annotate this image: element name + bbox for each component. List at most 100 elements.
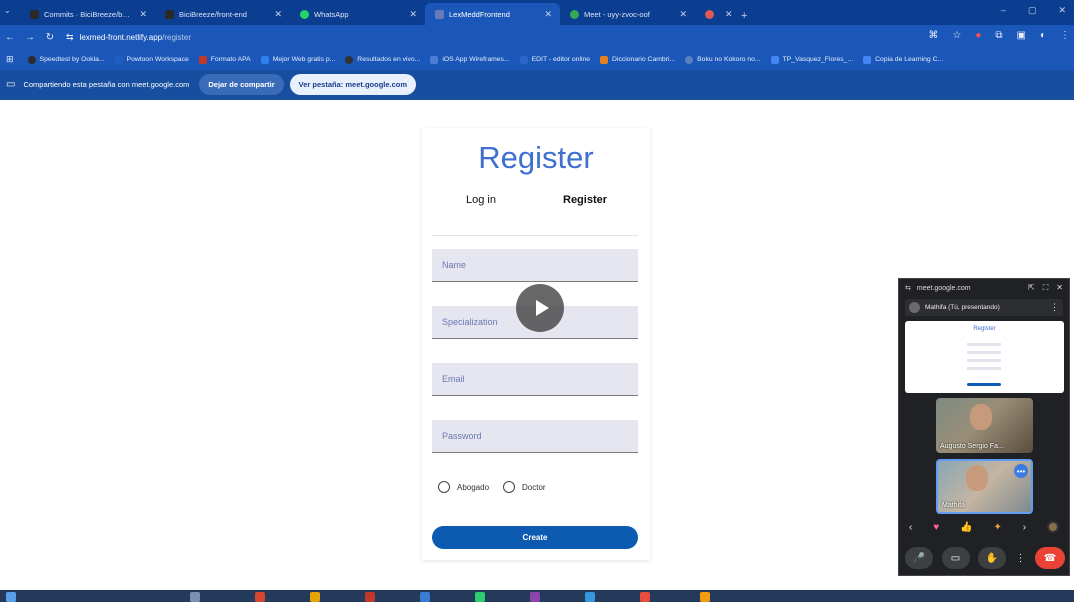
meet-pip-window: ⇆ meet.google.com ⇱ ⛶ ✕ Mathifa (Tú, pre… bbox=[898, 278, 1070, 576]
address-bar: ← → ↻ ⇆ lexmed-front.netlify.app/registe… bbox=[0, 25, 1074, 49]
chevron-left-icon[interactable]: ‹ bbox=[909, 522, 912, 533]
recording-icon bbox=[705, 9, 714, 19]
tab-login[interactable]: Log in bbox=[466, 194, 496, 206]
reactions-bar: ‹ ♥ 👍 ✦ › bbox=[909, 521, 1059, 533]
close-icon[interactable]: ✕ bbox=[679, 9, 687, 20]
browser-tab-active[interactable]: LexMeddFrontend ✕ bbox=[425, 3, 560, 25]
extensions-icon[interactable]: ⧉ bbox=[995, 30, 1002, 41]
bookmark-item[interactable]: iOS App Wireframes... bbox=[430, 55, 510, 64]
profile-icon[interactable]: ◐ bbox=[1040, 30, 1046, 41]
dictionary-icon bbox=[600, 55, 609, 64]
bookmark-item[interactable]: Powtoon Workspace bbox=[114, 55, 189, 64]
expand-icon[interactable]: ⛶ bbox=[1043, 283, 1049, 293]
tab-search-chevron-icon[interactable]: ⌄ bbox=[4, 6, 11, 15]
close-icon[interactable]: ✕ bbox=[274, 9, 282, 20]
skin-tone-selector[interactable] bbox=[1047, 521, 1059, 533]
taskbar-app-icon[interactable] bbox=[585, 592, 595, 602]
participant-name: Mathifa bbox=[942, 502, 965, 509]
taskbar-app-icon[interactable] bbox=[365, 592, 375, 602]
maximize-icon[interactable]: ▢ bbox=[1028, 5, 1037, 16]
docs-icon bbox=[863, 55, 872, 64]
tab-register[interactable]: Register bbox=[563, 194, 607, 206]
close-icon[interactable]: ✕ bbox=[409, 9, 417, 20]
taskbar-app-icon[interactable] bbox=[530, 592, 540, 602]
bookmark-item[interactable]: Boku no Kokoro no... bbox=[685, 55, 761, 64]
camera-button[interactable]: ▭ bbox=[941, 547, 970, 569]
forward-icon[interactable]: → bbox=[20, 32, 40, 43]
url-field[interactable]: lexmed-front.netlify.app/register bbox=[80, 33, 191, 42]
github-icon bbox=[165, 9, 174, 19]
pip-header: ⇆ meet.google.com ⇱ ⛶ ✕ bbox=[905, 283, 1063, 293]
stop-sharing-button[interactable]: Dejar de compartir bbox=[199, 73, 284, 95]
bookmark-item[interactable]: EDIT - editor online bbox=[519, 55, 590, 64]
password-input[interactable]: Password bbox=[432, 420, 638, 453]
more-options-button[interactable]: ⋮ bbox=[1015, 547, 1027, 569]
close-window-icon[interactable]: ✕ bbox=[1058, 5, 1066, 16]
bookmark-item[interactable]: TP_Vasquez_Flores_... bbox=[770, 55, 853, 64]
email-input[interactable]: Email bbox=[432, 363, 638, 396]
minimize-icon[interactable]: – bbox=[1001, 5, 1006, 16]
start-icon[interactable] bbox=[6, 592, 16, 602]
os-taskbar bbox=[0, 590, 1074, 602]
radio-doctor[interactable] bbox=[503, 481, 516, 493]
reload-icon[interactable]: ↻ bbox=[40, 32, 60, 43]
bookmark-item[interactable]: Mejor Web gratis p... bbox=[260, 55, 335, 64]
new-tab-button[interactable]: + bbox=[733, 10, 755, 25]
back-icon[interactable]: ← bbox=[0, 32, 20, 43]
whatsapp-icon bbox=[300, 9, 309, 19]
taskbar-app-icon[interactable] bbox=[475, 592, 485, 602]
close-icon[interactable]: ✕ bbox=[725, 9, 733, 20]
more-options-icon[interactable]: ••• bbox=[1014, 464, 1028, 478]
bookmark-star-icon[interactable]: ☆ bbox=[952, 30, 961, 41]
tab-sharing-bar: ▭ Compartiendo esta pestaña con meet.goo… bbox=[0, 70, 1074, 100]
browser-tab[interactable]: Meet - uyy-zvoc-oof ✕ bbox=[560, 3, 695, 25]
close-icon[interactable]: ✕ bbox=[1056, 283, 1063, 293]
avatar bbox=[909, 302, 920, 313]
taskbar-app-icon[interactable] bbox=[190, 592, 200, 602]
taskbar-app-icon[interactable] bbox=[255, 592, 265, 602]
radio-label: Doctor bbox=[522, 482, 546, 492]
bookmark-item[interactable]: Speedtest by Ookla... bbox=[27, 55, 105, 64]
site-settings-icon[interactable]: ⇆ bbox=[66, 32, 74, 43]
browser-tab[interactable]: WhatsApp ✕ bbox=[290, 3, 425, 25]
heart-reaction-icon[interactable]: ♥ bbox=[933, 522, 939, 533]
chevron-right-icon[interactable]: › bbox=[1023, 522, 1026, 533]
end-call-button[interactable]: ☎ bbox=[1035, 547, 1065, 569]
apps-grid-icon[interactable]: ⊞ bbox=[6, 54, 14, 65]
thumbs-up-reaction-icon[interactable]: 👍 bbox=[960, 522, 972, 533]
browser-tab-strip: ⌄ Commits · BiciBreeze/back-end ✕ BiciBr… bbox=[0, 0, 1074, 25]
taskbar-app-icon[interactable] bbox=[640, 592, 650, 602]
participant-video[interactable]: Augusto Sergio Fa... bbox=[936, 398, 1033, 453]
taskbar-app-icon[interactable] bbox=[420, 592, 430, 602]
taskbar-app-icon[interactable] bbox=[310, 592, 320, 602]
page-content: Register Log in Register Name Specializa… bbox=[0, 102, 1074, 590]
video-play-button[interactable] bbox=[516, 284, 564, 332]
translate-icon[interactable]: ⌘ bbox=[928, 30, 938, 41]
participant-video-self[interactable]: ••• Mathifa bbox=[936, 459, 1033, 514]
radio-abogado[interactable] bbox=[438, 481, 450, 493]
more-options-icon[interactable]: ⋮ bbox=[1050, 302, 1059, 313]
page-title: Register bbox=[478, 140, 594, 175]
bookmark-item[interactable]: Copia de Learning C... bbox=[863, 55, 943, 64]
taskbar-app-icon[interactable] bbox=[700, 592, 710, 602]
menu-icon[interactable]: ⋮ bbox=[1060, 30, 1070, 41]
close-icon[interactable]: ✕ bbox=[139, 9, 147, 20]
return-to-tab-icon[interactable]: ⇱ bbox=[1028, 283, 1035, 293]
browser-tab[interactable]: ✕ bbox=[695, 3, 733, 25]
bookmark-item[interactable]: Formato APA bbox=[198, 55, 251, 64]
microphone-button[interactable]: 🎤 bbox=[905, 547, 933, 569]
browser-tab[interactable]: Commits · BiciBreeze/back-end ✕ bbox=[20, 3, 155, 25]
create-button[interactable]: Create bbox=[432, 526, 638, 549]
sidepanel-icon[interactable]: ▣ bbox=[1017, 30, 1026, 41]
view-tab-button[interactable]: Ver pestaña: meet.google.com bbox=[289, 73, 417, 95]
party-reaction-icon[interactable]: ✦ bbox=[993, 522, 1001, 533]
role-radio-group: Abogado Doctor bbox=[438, 481, 560, 493]
browser-tab[interactable]: BiciBreeze/front-end ✕ bbox=[155, 3, 290, 25]
record-icon[interactable]: ● bbox=[975, 30, 981, 41]
bookmark-item[interactable]: Diccionario Cambri... bbox=[600, 55, 675, 64]
bookmark-item[interactable]: Resultados en vivo... bbox=[345, 55, 420, 64]
wireframe-icon bbox=[430, 55, 439, 64]
name-input[interactable]: Name bbox=[432, 249, 638, 282]
raise-hand-button[interactable]: ✋ bbox=[978, 547, 1006, 569]
close-icon[interactable]: ✕ bbox=[544, 9, 552, 20]
